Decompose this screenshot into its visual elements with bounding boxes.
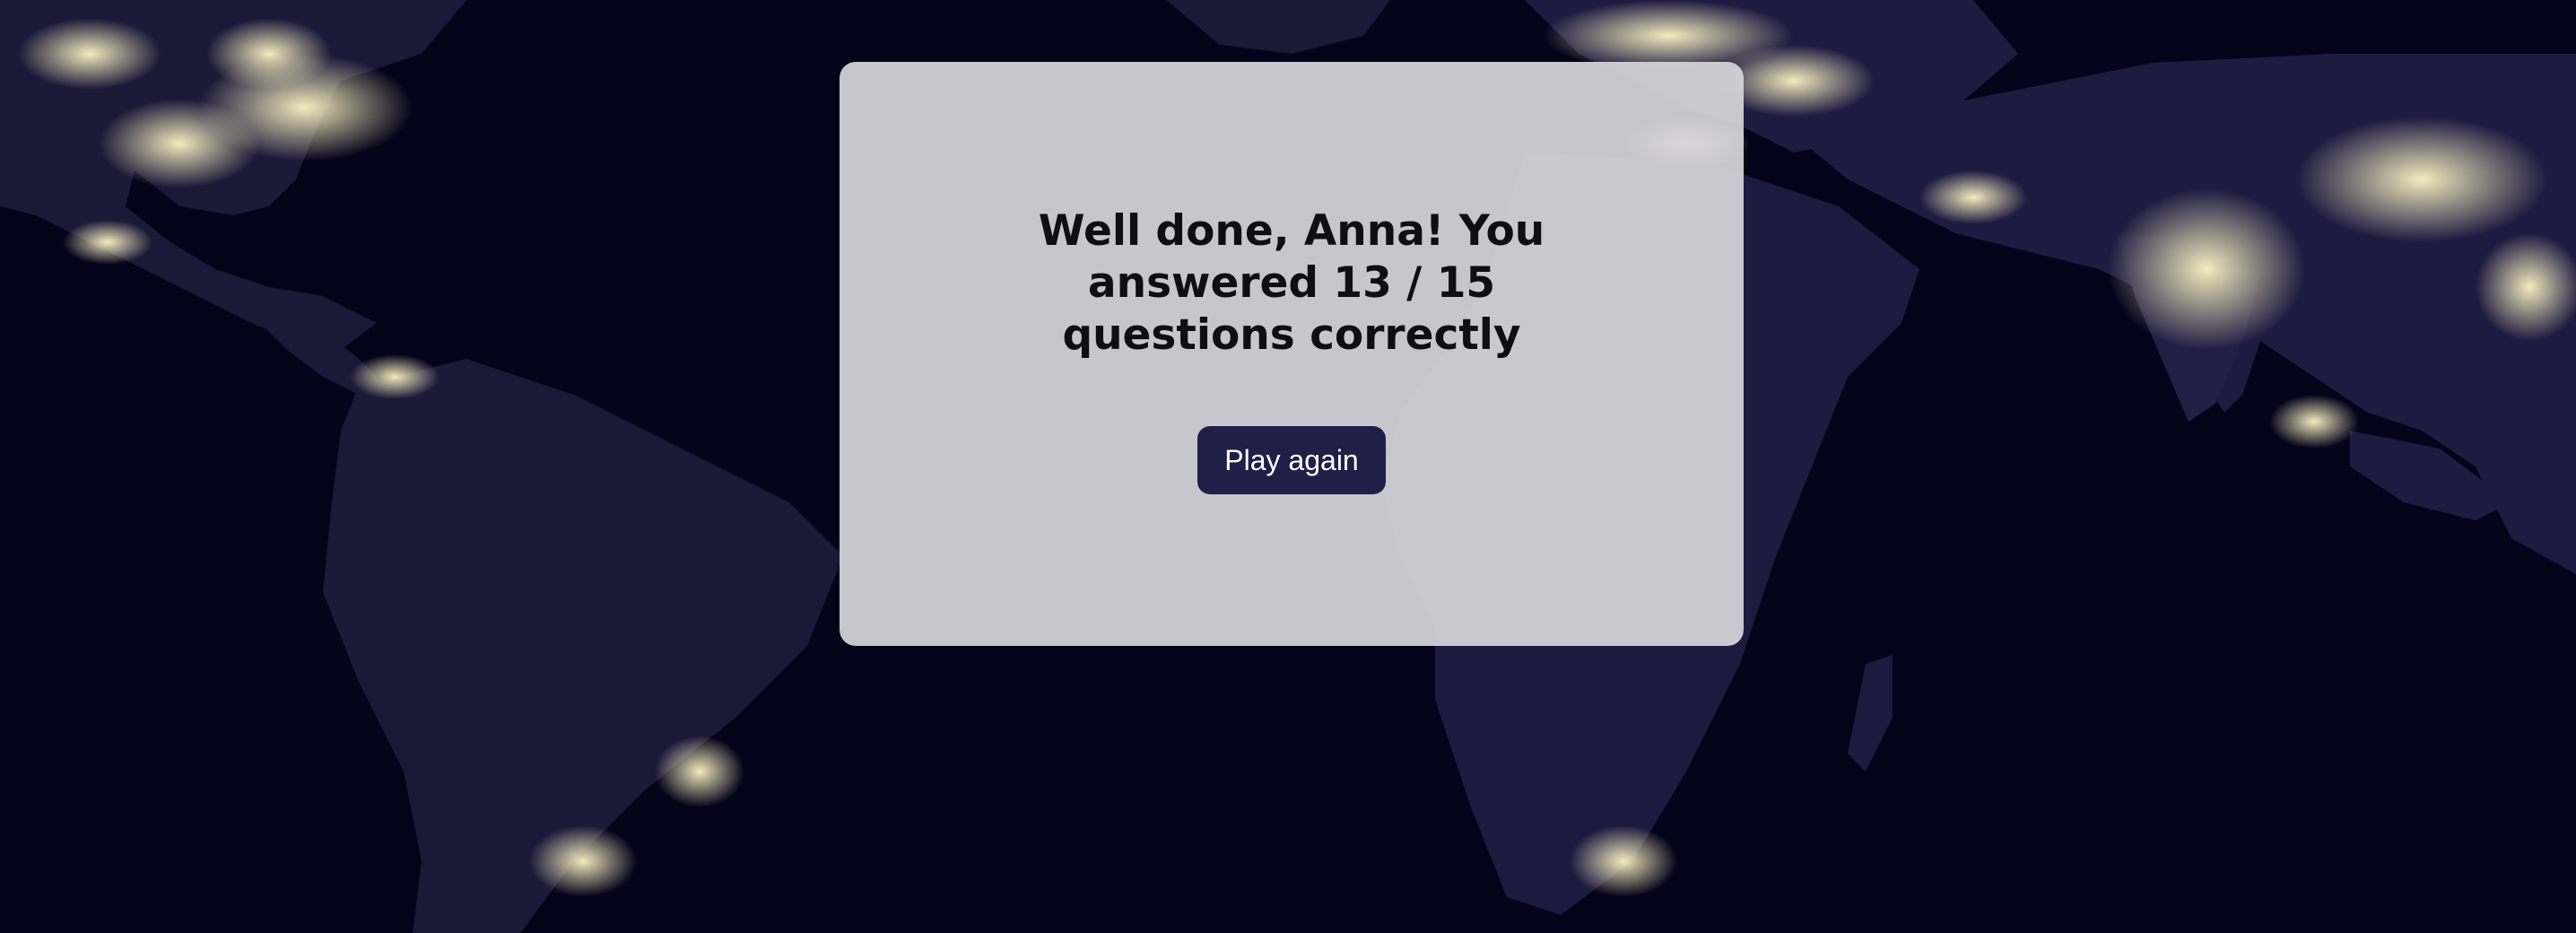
quiz-result-card: Well done, Anna! You answered 13 / 15 qu… [840,62,1744,646]
play-again-button[interactable]: Play again [1197,426,1386,494]
result-message: Well done, Anna! You answered 13 / 15 qu… [1038,206,1545,360]
